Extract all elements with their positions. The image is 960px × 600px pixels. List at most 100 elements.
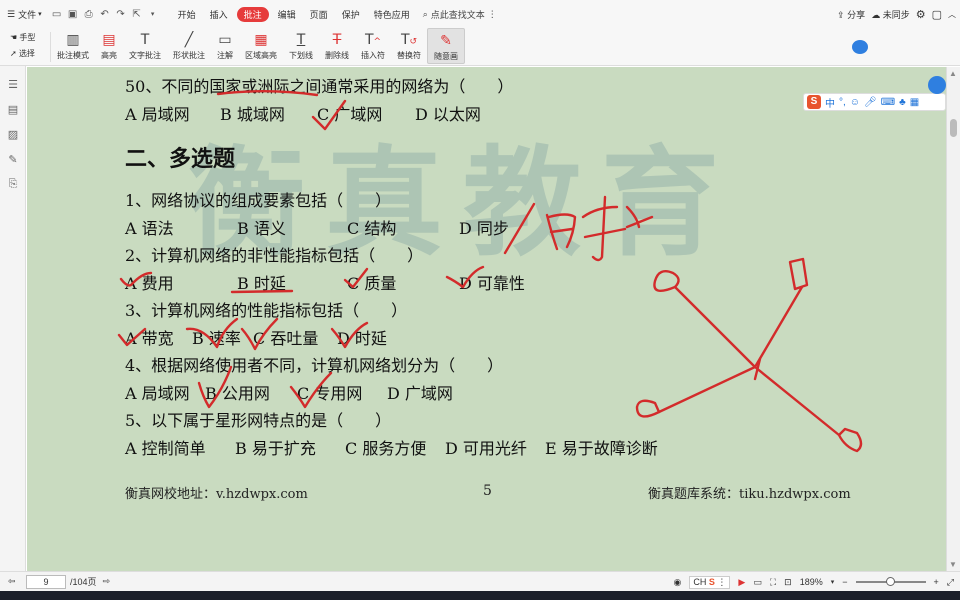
insert-symbol-icon: T^ [364, 32, 382, 48]
scroll-down-icon[interactable]: ▼ [949, 560, 957, 569]
comment-icon[interactable]: ▢ [932, 8, 942, 21]
share-icon: ⇪ [837, 9, 848, 20]
fullscreen-icon[interactable]: ⊡ [784, 577, 792, 588]
note-button[interactable]: ▭ 注解 [211, 28, 239, 64]
tab-page[interactable]: 页面 [303, 0, 335, 28]
share-button[interactable]: ⇪ 分享 [837, 8, 865, 21]
ink-node-top-right [788, 257, 809, 291]
floating-assistant-button[interactable] [852, 40, 868, 54]
save-icon[interactable]: ▣ [65, 0, 81, 28]
hand-tool[interactable]: ☚ 手型 [10, 30, 50, 46]
page-input[interactable]: 9 [26, 574, 66, 589]
tab-annotate[interactable]: 批注 [236, 6, 269, 22]
highlight-label: 高亮 [101, 51, 117, 60]
scroll-up-icon[interactable]: ▲ [949, 69, 957, 78]
insert-symbol-button[interactable]: T^ 插入符 [355, 28, 391, 64]
q2-option-b: B 时延 [237, 274, 286, 293]
section-title: 二、多选题 [125, 146, 236, 172]
strikethrough-button[interactable]: T 删除线 [319, 28, 355, 64]
shape-annotation-button[interactable]: ╱ 形状批注 [167, 28, 211, 64]
os-taskbar [0, 591, 960, 600]
q5-option-b: B 易于扩充 [235, 439, 316, 458]
page-tools-icon[interactable] [928, 76, 946, 94]
annotation-panel-icon[interactable]: ✎ [0, 147, 26, 172]
underline-button[interactable]: T 下划线 [283, 28, 319, 64]
zoom-slider[interactable] [855, 577, 926, 586]
ime-toolbar[interactable]: S 中 °, ☺ 🎤︎ ⌨ ♣ ▦ [803, 93, 946, 111]
cursor-icon: ➚ [10, 49, 19, 58]
annotation-mode-button[interactable]: ▥ 批注模式 [51, 28, 95, 64]
q5-option-c: C 服务方便 [345, 439, 427, 458]
sync-button[interactable]: ☁ 未同步 [871, 8, 910, 21]
prev-page-icon[interactable]: ⇦ [8, 576, 16, 587]
vertical-scrollbar[interactable]: ▲ ▼ [946, 67, 960, 571]
strikethrough-label: 删除线 [325, 51, 349, 60]
tab-edit[interactable]: 编辑 [271, 0, 303, 28]
more-icon: ⋮ [717, 576, 727, 587]
read-mode-icon[interactable]: ◉ [674, 577, 682, 588]
more-icon[interactable]: ⋮ [488, 9, 497, 20]
fit-page-icon[interactable]: ⛶ [770, 577, 776, 588]
q50-option-c: C 广域网 [317, 105, 383, 124]
ribbon-toolbar: ☚ 手型 ➚ 选择 ▥ 批注模式 ▤ 高亮 T 文字批注 ╱ 形状批注 ▭ 注解… [0, 28, 960, 66]
ime-mode[interactable]: 中 [825, 95, 835, 110]
ime-status[interactable]: CH S ⋮ [689, 575, 731, 589]
zoom-slider-knob[interactable] [885, 577, 895, 586]
sync-label: 未同步 [882, 9, 910, 20]
tab-features[interactable]: 特色应用 [367, 0, 417, 28]
undo-icon[interactable]: ↶ [97, 0, 113, 28]
open-folder-icon[interactable]: ▭ [49, 0, 65, 28]
toolbox-icon[interactable]: ▦ [910, 97, 919, 108]
settings-gear-icon[interactable]: ⚙ [916, 8, 926, 21]
cloud-icon: ☁ [871, 9, 883, 20]
image-panel-icon[interactable]: ▨ [0, 122, 26, 147]
zoom-dropdown-icon[interactable]: ▾ [831, 578, 835, 586]
export-icon[interactable]: ⇱ [129, 0, 145, 28]
ink-star-line-2 [753, 285, 804, 369]
fit-window-icon[interactable]: ⤢ [947, 577, 954, 588]
zoom-out-icon[interactable]: − [842, 577, 847, 587]
keyboard-icon[interactable]: ⌨ [881, 97, 895, 108]
redo-icon[interactable]: ↷ [113, 0, 129, 28]
skin-icon[interactable]: ♣ [899, 97, 906, 108]
print-icon[interactable]: ⎙ [81, 0, 97, 28]
minimize-ribbon-icon[interactable]: ︿ [948, 9, 956, 20]
area-highlight-button[interactable]: ▦ 区域高亮 [239, 28, 283, 64]
scrollbar-thumb[interactable] [950, 119, 957, 137]
thumbnail-panel-icon[interactable]: ☰ [0, 72, 26, 97]
search-box[interactable]: ⌕ 点此查找文本 ⋮ [417, 8, 503, 21]
search-icon: ⌕ [422, 8, 428, 19]
customize-chevron-icon[interactable]: ▾ [145, 0, 161, 28]
emoji-icon[interactable]: ☺ [850, 97, 860, 108]
zoom-in-icon[interactable]: + [934, 577, 939, 587]
freehand-draw-button[interactable]: ✎ 随意画 [427, 28, 465, 64]
outline-icon[interactable]: ▤ [0, 97, 26, 122]
q4-option-c: C 专用网 [297, 384, 363, 403]
tab-start[interactable]: 开始 [171, 0, 203, 28]
area-highlight-icon: ▦ [254, 32, 268, 48]
next-page-icon[interactable]: ⇨ [103, 576, 111, 587]
file-menu-label: 文件 [18, 9, 37, 20]
text-annotation-icon: T [140, 32, 150, 48]
total-pages: /104页 [70, 577, 97, 587]
tab-insert[interactable]: 插入 [203, 0, 235, 28]
replace-symbol-button[interactable]: T↺ 替换符 [391, 28, 427, 64]
q1-option-a: A 语法 [125, 219, 174, 238]
highlight-button[interactable]: ▤ 高亮 [95, 28, 123, 64]
punctuation-icon[interactable]: °, [839, 97, 846, 108]
play-icon[interactable]: ▶ [738, 577, 745, 588]
question-3: 3、计算机网络的性能指标包括（ ） [125, 301, 408, 320]
microphone-icon[interactable]: 🎤︎ [864, 97, 877, 108]
select-tool[interactable]: ➚ 选择 [10, 46, 50, 62]
attachment-icon[interactable]: ⎘ [0, 172, 26, 197]
q1-option-d: D 同步 [459, 219, 509, 238]
text-annotation-button[interactable]: T 文字批注 [123, 28, 167, 64]
annotation-mode-label: 批注模式 [57, 51, 89, 60]
q50-option-d: D 以太网 [415, 105, 481, 124]
file-menu[interactable]: ☰ 文件 ▾ [0, 0, 49, 28]
zoom-level[interactable]: 189% [800, 577, 823, 587]
underline-icon: T [296, 32, 306, 48]
q50-option-a: A 局域网 [125, 105, 190, 124]
single-page-icon[interactable]: ▭ [753, 577, 762, 588]
tab-protect[interactable]: 保护 [335, 0, 367, 28]
